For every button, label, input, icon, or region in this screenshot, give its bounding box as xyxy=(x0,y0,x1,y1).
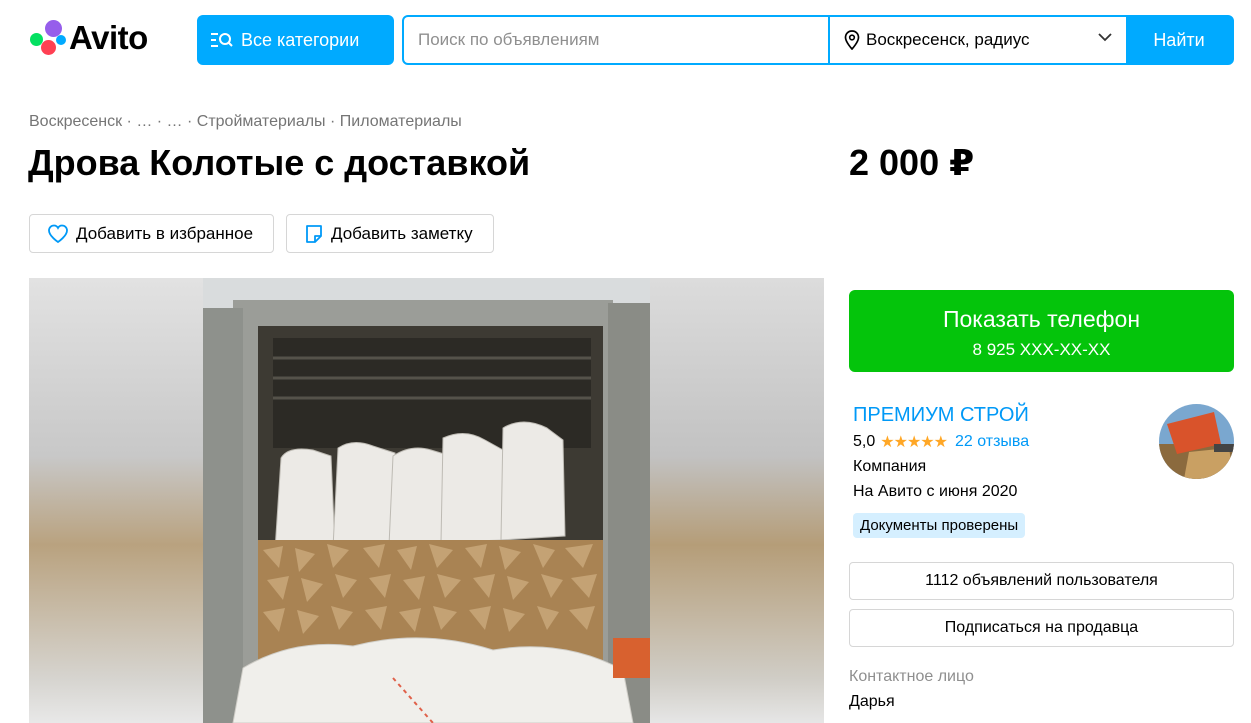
categories-search-icon xyxy=(211,33,233,47)
seller-rating: 5,0 ★★★★★ 22 отзыва xyxy=(853,432,1029,452)
breadcrumb-separator: · xyxy=(182,113,197,130)
listing-photo[interactable] xyxy=(203,278,650,723)
logo-text: Avito xyxy=(69,19,148,56)
reviews-link[interactable]: 22 отзыва xyxy=(955,433,1029,451)
breadcrumb-item[interactable]: … xyxy=(136,113,152,130)
gallery-blur-left xyxy=(29,278,203,723)
note-icon xyxy=(306,224,322,243)
all-categories-label: Все категории xyxy=(241,29,360,50)
breadcrumb-item[interactable]: … xyxy=(167,113,183,130)
seller-avatar[interactable] xyxy=(1159,404,1234,479)
add-note-button[interactable]: Добавить заметку xyxy=(286,214,494,253)
chevron-down-icon xyxy=(1098,33,1112,42)
add-to-favorites-label: Добавить в избранное xyxy=(76,223,254,243)
breadcrumb-separator: · xyxy=(325,113,340,130)
subscribe-seller-button[interactable]: Подписаться на продавца xyxy=(849,609,1234,647)
all-categories-button[interactable]: Все категории xyxy=(197,15,394,65)
seller-since: На Авито с июня 2020 xyxy=(853,483,1018,500)
location-value: Воскресенск, радиус xyxy=(866,30,1030,49)
listing-title: Дрова Колотые с доставкой xyxy=(28,142,531,183)
breadcrumb: Воскресенск · … · … · Стройматериалы · П… xyxy=(29,113,462,131)
user-listings-button[interactable]: 1112 объявлений пользователя xyxy=(849,562,1234,600)
find-button[interactable]: Найти xyxy=(1126,17,1232,63)
contact-person-name: Дарья xyxy=(849,693,895,710)
show-phone-button[interactable]: Показать телефон 8 925 XXX-XX-XX xyxy=(849,290,1234,372)
rating-value: 5,0 xyxy=(853,433,876,450)
search-bar: Воскресенск, радиус Найти xyxy=(402,15,1234,65)
rating-stars-icon: ★★★★★ xyxy=(880,434,948,451)
phone-masked: 8 925 XXX-XX-XX xyxy=(972,340,1111,359)
show-phone-label: Показать телефон xyxy=(942,306,1141,332)
breadcrumb-item[interactable]: Стройматериалы xyxy=(197,113,326,130)
contact-person-label: Контактное лицо xyxy=(849,668,974,685)
seller-name-link[interactable]: ПРЕМИУМ СТРОЙ xyxy=(853,404,1029,427)
logo-dots-icon xyxy=(29,20,67,56)
search-input[interactable] xyxy=(404,17,828,63)
heart-icon xyxy=(48,224,68,243)
verified-badge: Документы проверены xyxy=(853,513,1026,538)
listing-price: 2 000 ₽ xyxy=(849,142,975,183)
location-pin-icon xyxy=(844,30,860,50)
breadcrumb-separator: · xyxy=(152,113,167,130)
gallery-blur-right xyxy=(650,278,824,723)
seller-type: Компания xyxy=(853,458,927,475)
header: Avito Все категории Воскресенск, радиус … xyxy=(0,0,1251,80)
breadcrumb-item[interactable]: Воскресенск xyxy=(29,113,122,130)
add-note-label: Добавить заметку xyxy=(331,223,473,243)
photo-gallery[interactable] xyxy=(29,278,824,723)
breadcrumb-item[interactable]: Пиломатериалы xyxy=(340,113,462,130)
add-to-favorites-button[interactable]: Добавить в избранное xyxy=(29,214,274,253)
location-select[interactable]: Воскресенск, радиус xyxy=(828,17,1126,63)
breadcrumb-separator: · xyxy=(122,113,137,130)
avito-logo[interactable]: Avito xyxy=(29,18,148,58)
